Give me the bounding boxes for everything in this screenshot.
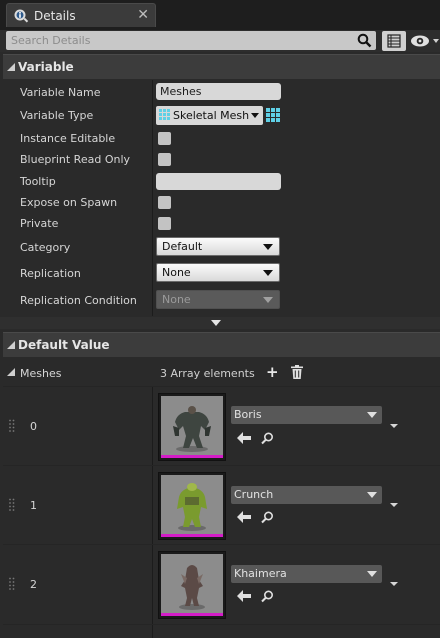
expose-on-spawn-label: Expose on Spawn (20, 196, 118, 209)
asset-name: Boris (234, 408, 262, 421)
drag-handle-icon[interactable] (9, 498, 15, 512)
chevron-down-icon (251, 113, 259, 118)
category-label: Category (20, 241, 71, 254)
browse-icon[interactable] (261, 432, 274, 445)
expose-on-spawn-checkbox[interactable] (158, 196, 171, 209)
drag-handle-icon[interactable] (9, 577, 15, 591)
category-combo[interactable]: Default (156, 237, 280, 256)
instance-editable-label: Instance Editable (20, 132, 116, 145)
replication-value: None (162, 266, 191, 279)
column-divider[interactable] (152, 358, 153, 638)
close-icon[interactable]: ✕ (137, 7, 149, 23)
replication-condition-combo: None (156, 290, 280, 309)
column-divider[interactable] (152, 80, 153, 316)
private-label: Private (20, 217, 59, 230)
row-separator (3, 465, 440, 466)
array-count: 3 Array elements (160, 367, 255, 380)
element-options-dropdown[interactable] (390, 582, 398, 586)
expand-arrow-icon (211, 320, 221, 326)
section-title: Default Value (18, 338, 110, 352)
asset-name: Khaimera (234, 567, 287, 580)
tab-label: Details (34, 9, 76, 23)
character-thumbnail-image (161, 554, 223, 613)
blueprint-read-only-label: Blueprint Read Only (20, 153, 131, 166)
chevron-down-icon (263, 244, 273, 250)
use-selected-icon[interactable] (237, 590, 251, 602)
asset-combo[interactable]: Boris (231, 406, 382, 424)
section-title: Variable (18, 60, 74, 74)
browse-icon[interactable] (261, 590, 274, 603)
search-box (6, 31, 376, 50)
instance-editable-checkbox[interactable] (158, 132, 171, 145)
category-value: Default (162, 240, 203, 253)
add-icon[interactable]: + (266, 365, 279, 380)
element-index: 2 (30, 578, 37, 591)
chevron-down-icon (263, 297, 273, 303)
asset-combo[interactable]: Crunch (231, 486, 382, 504)
collapse-arrow-icon[interactable] (7, 368, 15, 376)
asset-type-bar (161, 455, 223, 458)
trash-icon[interactable] (291, 365, 303, 379)
asset-thumbnail[interactable] (158, 393, 226, 461)
pin-grid-icon[interactable] (266, 108, 280, 122)
tooltip-label: Tooltip (20, 175, 56, 188)
collapse-arrow-icon[interactable] (7, 63, 15, 71)
asset-thumbnail[interactable] (158, 551, 226, 619)
row-separator (3, 544, 440, 545)
view-options-button[interactable] (408, 31, 440, 51)
element-options-dropdown[interactable] (390, 424, 398, 428)
blueprint-read-only-checkbox[interactable] (158, 153, 171, 166)
asset-type-bar (161, 534, 223, 537)
variable-type-value: Skeletal Mesh (173, 109, 250, 122)
chevron-down-icon (367, 571, 377, 577)
replication-label: Replication (20, 267, 81, 280)
section-variable[interactable]: Variable (3, 54, 440, 79)
tab-details[interactable]: Details ✕ (6, 3, 156, 27)
eye-icon (411, 35, 439, 47)
grid-view-icon (387, 34, 401, 48)
search-input[interactable] (6, 31, 356, 50)
array-label: Meshes (20, 367, 62, 380)
variable-type-combo[interactable]: Skeletal Mesh (156, 106, 263, 125)
variable-type-label: Variable Type (20, 109, 94, 122)
search-icon[interactable] (357, 33, 372, 48)
character-thumbnail-image (161, 396, 223, 455)
row-separator (3, 386, 440, 387)
element-index: 0 (30, 420, 37, 433)
drag-handle-icon[interactable] (9, 419, 15, 433)
advanced-expander[interactable] (0, 317, 440, 329)
tab-bar: Details ✕ (0, 0, 440, 30)
variable-name-label: Variable Name (20, 86, 101, 99)
section-default-value[interactable]: Default Value (3, 332, 440, 357)
details-tab-icon (14, 9, 29, 23)
variable-name-field[interactable]: Meshes (156, 83, 281, 100)
tooltip-field[interactable] (156, 173, 281, 190)
replication-condition-value: None (162, 293, 191, 306)
collapse-arrow-icon[interactable] (7, 341, 15, 349)
search-row (0, 30, 440, 52)
chevron-down-icon (263, 270, 273, 276)
chevron-down-icon (367, 412, 377, 418)
browse-icon[interactable] (261, 511, 274, 524)
replication-condition-label: Replication Condition (20, 294, 137, 307)
asset-type-bar (161, 613, 223, 616)
asset-thumbnail[interactable] (158, 472, 226, 540)
chevron-down-icon (367, 492, 377, 498)
private-checkbox[interactable] (158, 217, 171, 230)
element-index: 1 (30, 499, 37, 512)
grid-view-button[interactable] (382, 31, 406, 51)
asset-combo[interactable]: Khaimera (231, 565, 382, 583)
row-separator (3, 624, 440, 625)
replication-combo[interactable]: None (156, 263, 280, 282)
pin-type-icon (159, 109, 170, 120)
use-selected-icon[interactable] (237, 432, 251, 444)
character-thumbnail-image (161, 475, 223, 534)
asset-name: Crunch (234, 488, 274, 501)
element-options-dropdown[interactable] (390, 503, 398, 507)
use-selected-icon[interactable] (237, 511, 251, 523)
